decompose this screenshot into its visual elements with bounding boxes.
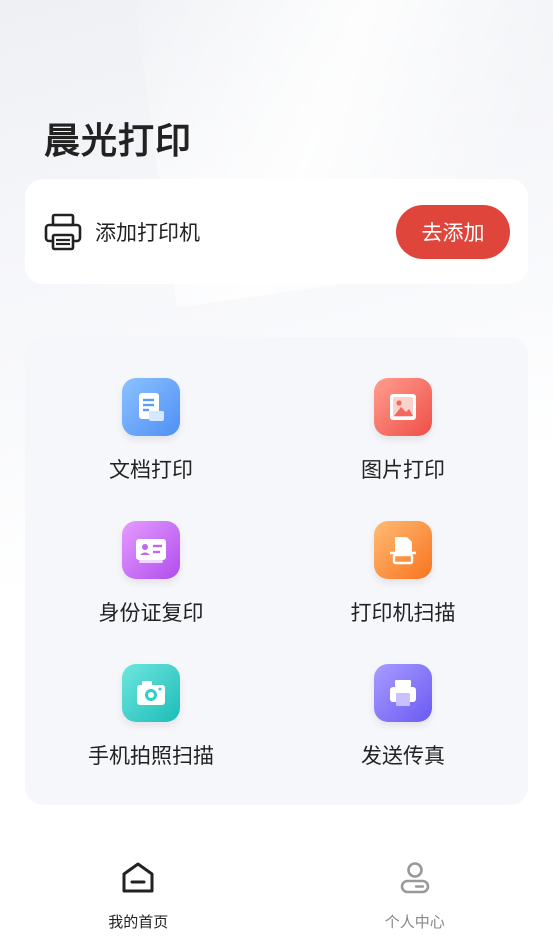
- image-icon: [374, 378, 432, 436]
- tab-label: 我的首页: [108, 913, 169, 931]
- feature-label: 发送传真: [361, 744, 445, 768]
- feature-id-card-copy[interactable]: 身份证复印: [25, 521, 277, 651]
- feature-label: 打印机扫描: [350, 601, 456, 625]
- tab-home[interactable]: 我的首页: [0, 845, 277, 939]
- feature-label: 手机拍照扫描: [88, 744, 214, 768]
- app-title: 晨光打印: [44, 121, 193, 162]
- feature-document-print[interactable]: 文档打印: [25, 378, 277, 508]
- fax-icon: [374, 664, 432, 722]
- feature-label: 文档打印: [109, 458, 193, 482]
- tab-label: 个人中心: [384, 913, 445, 931]
- tab-profile[interactable]: 个人中心: [277, 845, 553, 939]
- document-icon: [122, 378, 180, 436]
- feature-phone-photo-scan[interactable]: 手机拍照扫描: [25, 664, 277, 794]
- camera-icon: [122, 664, 180, 722]
- feature-panel: 文档打印 图片打印 身份证复印 打印机扫描 手机拍照扫描 发送传真: [25, 337, 528, 805]
- feature-image-print[interactable]: 图片打印: [277, 378, 529, 508]
- feature-printer-scan[interactable]: 打印机扫描: [277, 521, 529, 651]
- feature-label: 图片打印: [361, 458, 445, 482]
- add-printer-card: 添加打印机 去添加: [25, 179, 528, 284]
- id-card-icon: [122, 521, 180, 579]
- bottom-tab-bar: 我的首页 个人中心: [0, 845, 553, 939]
- profile-icon: [397, 861, 433, 899]
- feature-send-fax[interactable]: 发送传真: [277, 664, 529, 794]
- feature-label: 身份证复印: [98, 601, 204, 625]
- add-printer-label: 添加打印机: [95, 220, 200, 245]
- home-icon: [120, 861, 156, 899]
- add-printer-button[interactable]: 去添加: [396, 204, 510, 259]
- printer-icon: [43, 212, 83, 252]
- scanner-icon: [374, 521, 432, 579]
